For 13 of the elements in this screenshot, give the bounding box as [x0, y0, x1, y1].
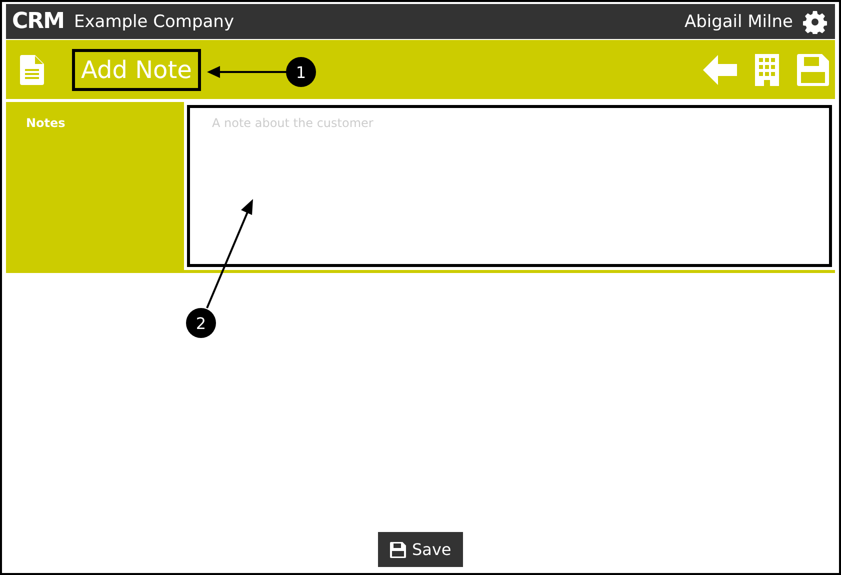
- page-title: Add Note: [81, 56, 192, 84]
- settings-icon[interactable]: [803, 10, 827, 34]
- save-icon[interactable]: [797, 54, 829, 86]
- callout-number: 2: [186, 308, 216, 338]
- building-icon[interactable]: [755, 54, 779, 86]
- company-name: Example Company: [74, 12, 234, 32]
- notes-label: Notes: [26, 116, 66, 130]
- save-button[interactable]: Save: [378, 532, 464, 567]
- user-name[interactable]: Abigail Milne: [684, 12, 793, 32]
- document-icon: [20, 54, 44, 84]
- logo: CRM: [12, 9, 64, 34]
- save-icon: [390, 542, 406, 558]
- back-arrow-icon[interactable]: [703, 54, 737, 84]
